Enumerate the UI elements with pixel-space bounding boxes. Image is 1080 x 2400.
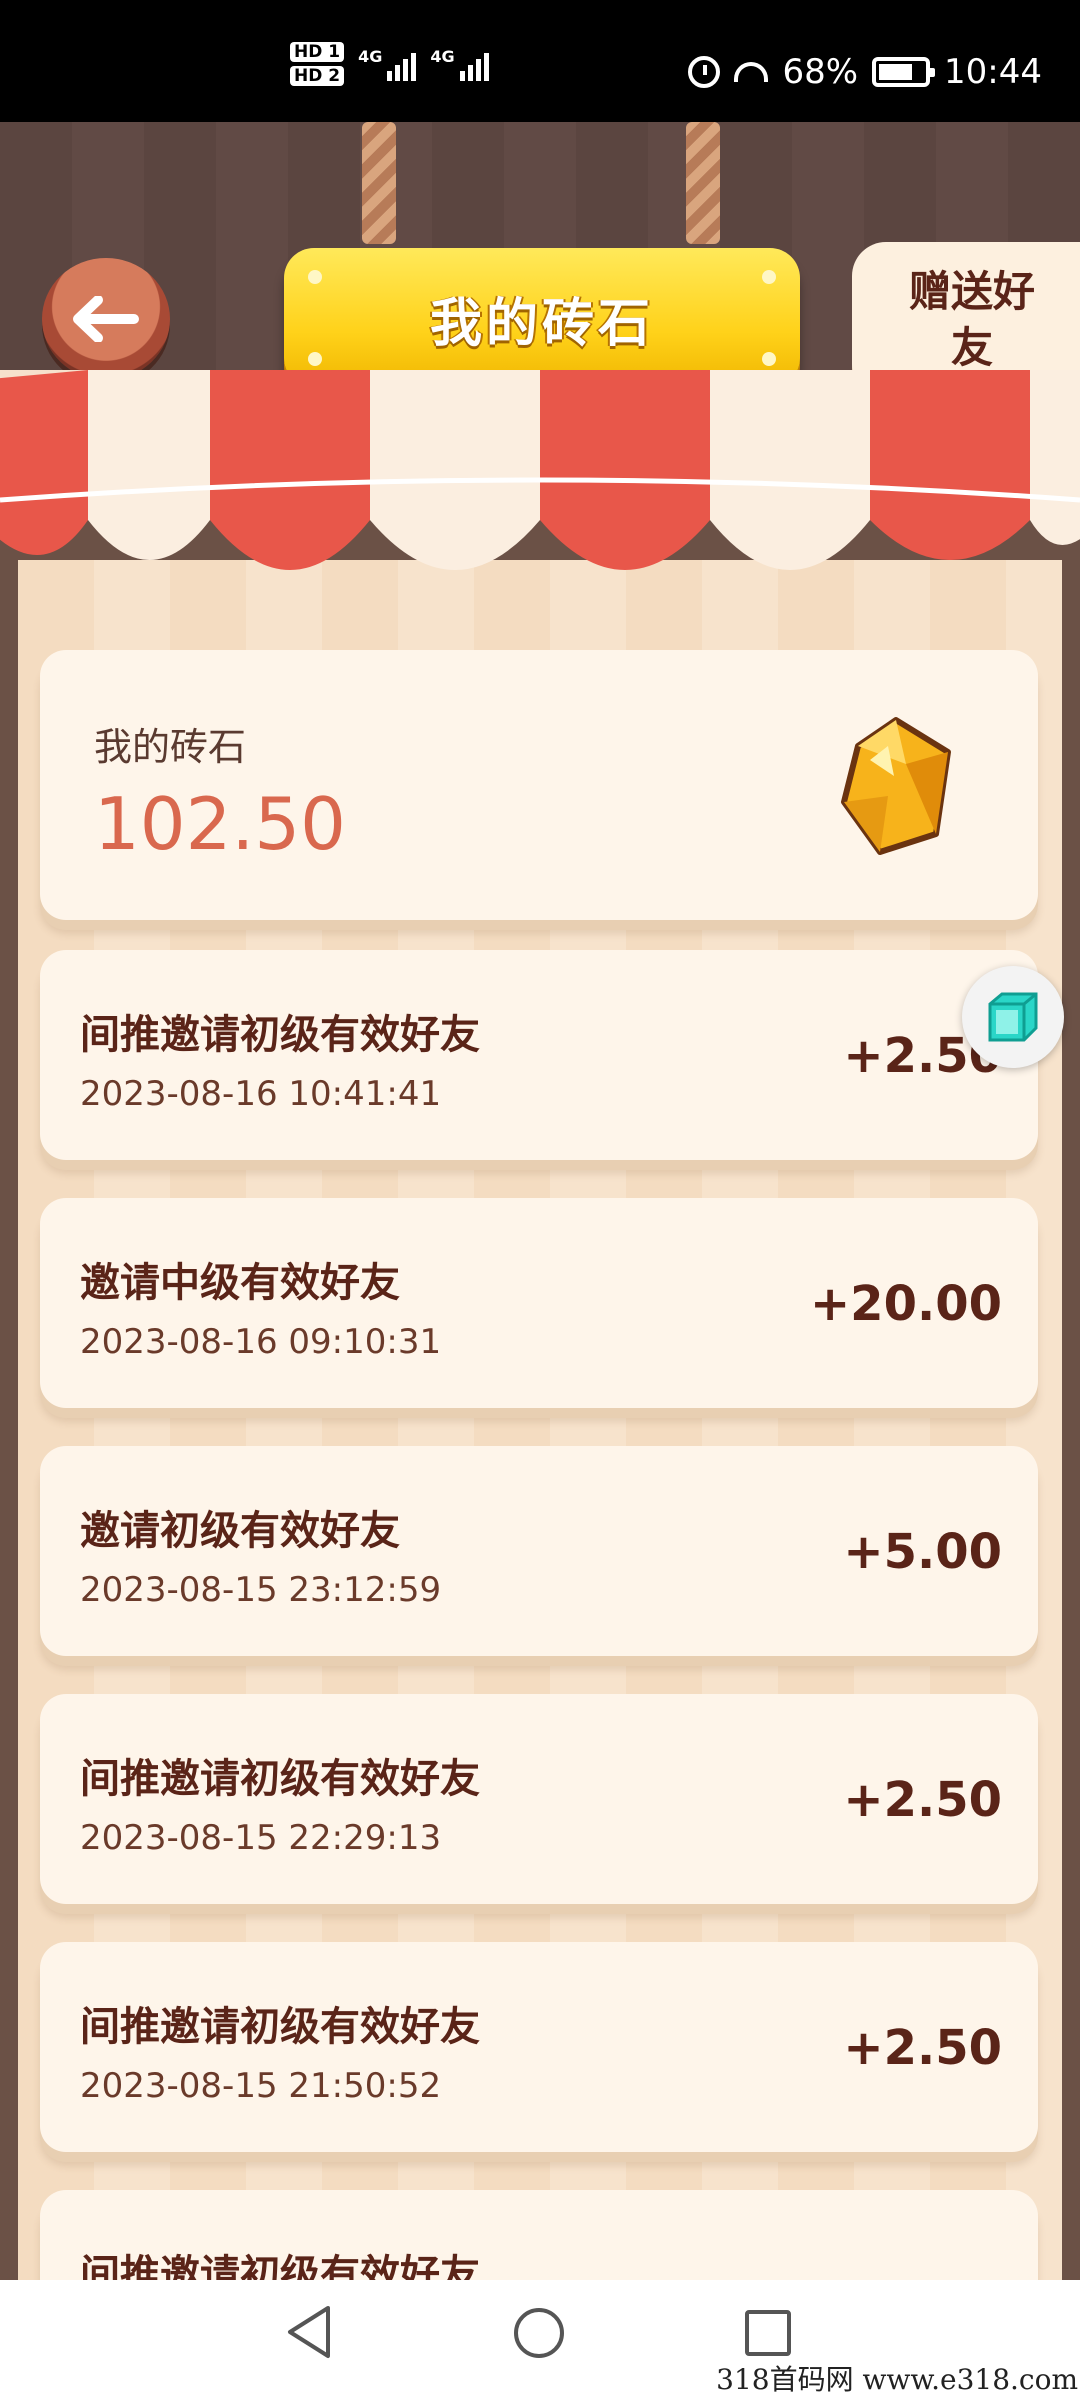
record-amount: +5.00 [843,1524,1002,1580]
record-item: 间推邀请初级有效好友 2023-08-15 22:29:13 +2.50 [40,1694,1038,1904]
cube-icon [988,992,1038,1042]
network-type: 4G [430,47,455,66]
gem-icon [841,717,951,855]
nav-home-icon[interactable] [514,2308,564,2358]
battery-icon [872,57,936,87]
status-right: 68% 10:44 [688,52,1042,92]
clock: 10:44 [944,52,1042,92]
record-title: 间推邀请初级有效好友 [80,1012,480,1058]
rope-decoration [362,122,396,244]
record-item: 间推邀请初级有效好友 2023-08-15 21:50:52 +2.50 [40,1942,1038,2152]
battery-percent: 68% [782,52,859,92]
rope-decoration [686,122,720,244]
record-amount: +2.50 [843,2020,1002,2076]
page-title: 我的砖石 [429,293,654,354]
back-arrow-icon [73,296,139,342]
hd1-badge: HD 1 [290,42,345,62]
record-title: 邀请中级有效好友 [80,1260,400,1306]
signal-icon: 4G [358,47,417,81]
watermark: 318首码网 www.e318.com [716,2363,1078,2396]
record-title: 邀请初级有效好友 [80,1508,400,1554]
floating-cube-button[interactable] [962,966,1064,1068]
back-button[interactable] [42,258,170,380]
record-time: 2023-08-16 09:10:31 [80,1322,442,1362]
nav-back-icon[interactable] [284,2304,334,2360]
record-item: 间推邀请初级有效好友 [40,2190,1038,2280]
balance-value: 102.50 [94,782,346,866]
record-item: 邀请初级有效好友 2023-08-15 23:12:59 +5.00 [40,1446,1038,1656]
alarm-icon [688,56,721,88]
record-item: 邀请中级有效好友 2023-08-16 09:10:31 +20.00 [40,1198,1038,1408]
balance-card: 我的砖石 102.50 [40,650,1038,920]
record-title: 间推邀请初级有效好友 [80,1756,480,1802]
status-bar: HD 1 HD 2 4G 4G 68% 10:44 [0,0,1080,122]
signal-group: HD 1 HD 2 4G 4G [290,42,489,86]
record-item: 间推邀请初级有效好友 2023-08-16 10:41:41 +2.50 [40,950,1038,1160]
signal-icon: 4G [430,47,489,81]
hd-badges: HD 1 HD 2 [290,42,345,86]
record-title: 间推邀请初级有效好友 [80,2252,480,2280]
awning-decoration [0,370,1080,570]
record-time: 2023-08-15 21:50:52 [80,2066,442,2106]
balance-label: 我的砖石 [94,725,247,769]
record-time: 2023-08-15 22:29:13 [80,1818,442,1858]
record-time: 2023-08-15 23:12:59 [80,1570,442,1610]
nav-recent-icon[interactable] [745,2310,791,2356]
record-time: 2023-08-16 10:41:41 [80,1074,442,1114]
record-amount: +2.50 [843,1772,1002,1828]
speed-icon [734,62,769,82]
gift-friend-label: 赠送好友 [908,267,1035,372]
title-plaque: 我的砖石 [284,248,800,388]
record-amount: +20.00 [809,1276,1002,1332]
hd2-badge: HD 2 [290,66,345,86]
record-title: 间推邀请初级有效好友 [80,2004,480,2050]
navigation-bar: 318首码网 www.e318.com [0,2280,1080,2400]
network-type: 4G [358,47,383,66]
